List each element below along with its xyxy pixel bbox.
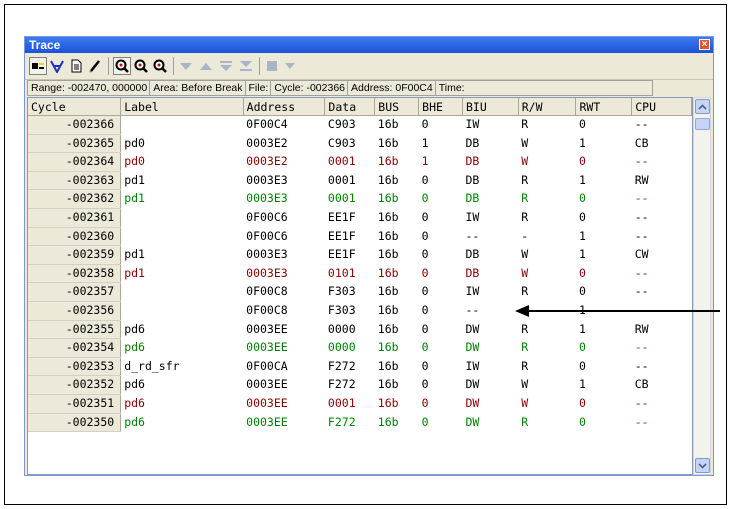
annotation-overlay [515, 305, 720, 317]
annotation-arrow [515, 305, 720, 317]
